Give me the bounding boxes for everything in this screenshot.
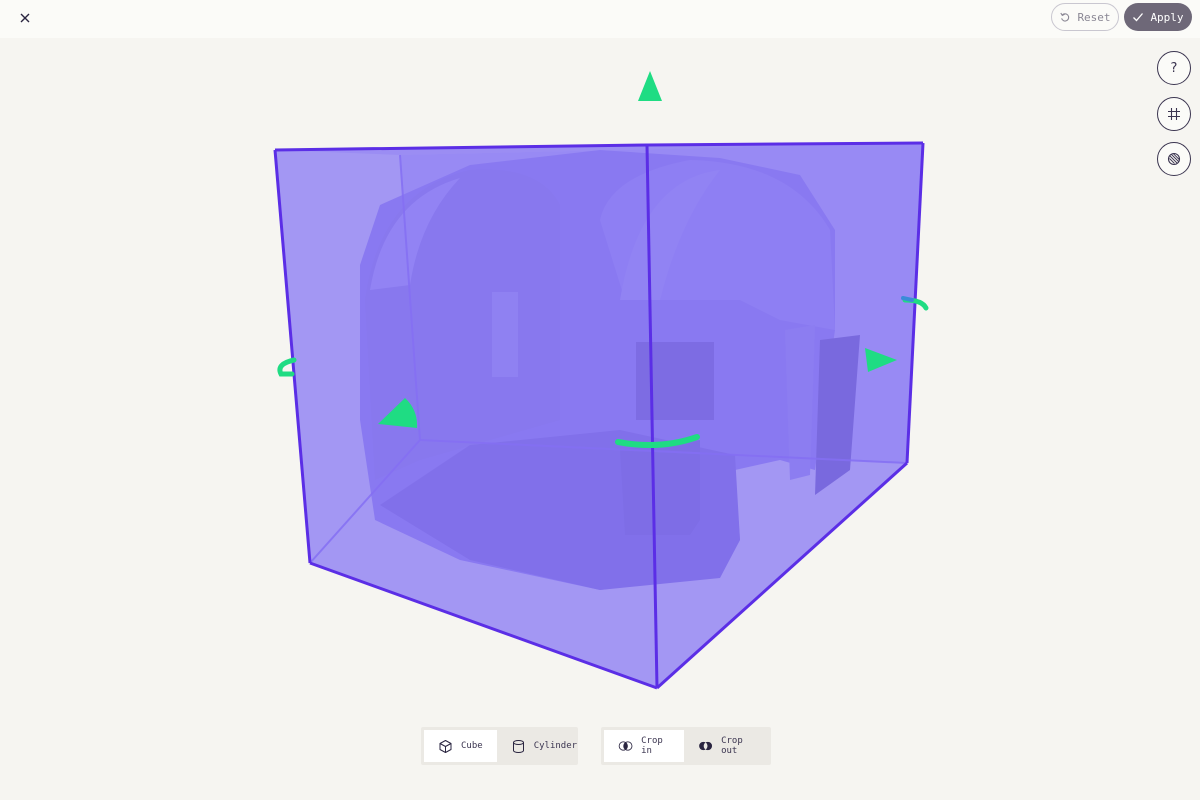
cylinder-mode-label: Cylinder (533, 741, 578, 751)
crop-in-button[interactable]: Crop in (604, 730, 684, 762)
crop-box-left-face[interactable] (275, 145, 657, 688)
shape-mode-group: Cube Cylinder (421, 727, 578, 765)
top-bar: Reset Apply (0, 0, 1200, 38)
axis-marker (901, 296, 914, 302)
crop-box[interactable] (273, 141, 925, 690)
crop-box-right-face[interactable] (647, 143, 923, 688)
close-icon (20, 13, 30, 23)
crop-out-label: Crop out (721, 736, 743, 756)
reset-icon (1060, 12, 1070, 22)
3d-viewport[interactable] (0, 38, 1200, 728)
cube-icon (439, 739, 452, 753)
apply-button[interactable]: Apply (1124, 3, 1192, 31)
close-button[interactable] (14, 7, 36, 29)
cube-mode-label: Cube (461, 741, 483, 751)
crop-mode-group: Crop in Crop out (601, 727, 771, 765)
cube-mode-button[interactable]: Cube (424, 730, 497, 762)
crop-in-label: Crop in (641, 736, 663, 756)
crop-out-button[interactable]: Crop out (684, 730, 768, 762)
crop-out-icon (699, 741, 712, 751)
cylinder-icon (512, 739, 524, 753)
reset-button[interactable]: Reset (1051, 3, 1119, 31)
apply-label: Apply (1150, 10, 1184, 24)
arrow-up-handle[interactable] (638, 71, 662, 101)
check-icon (1133, 13, 1144, 22)
reset-label: Reset (1077, 10, 1111, 24)
cylinder-mode-button[interactable]: Cylinder (497, 730, 591, 762)
crop-in-icon (618, 741, 633, 751)
